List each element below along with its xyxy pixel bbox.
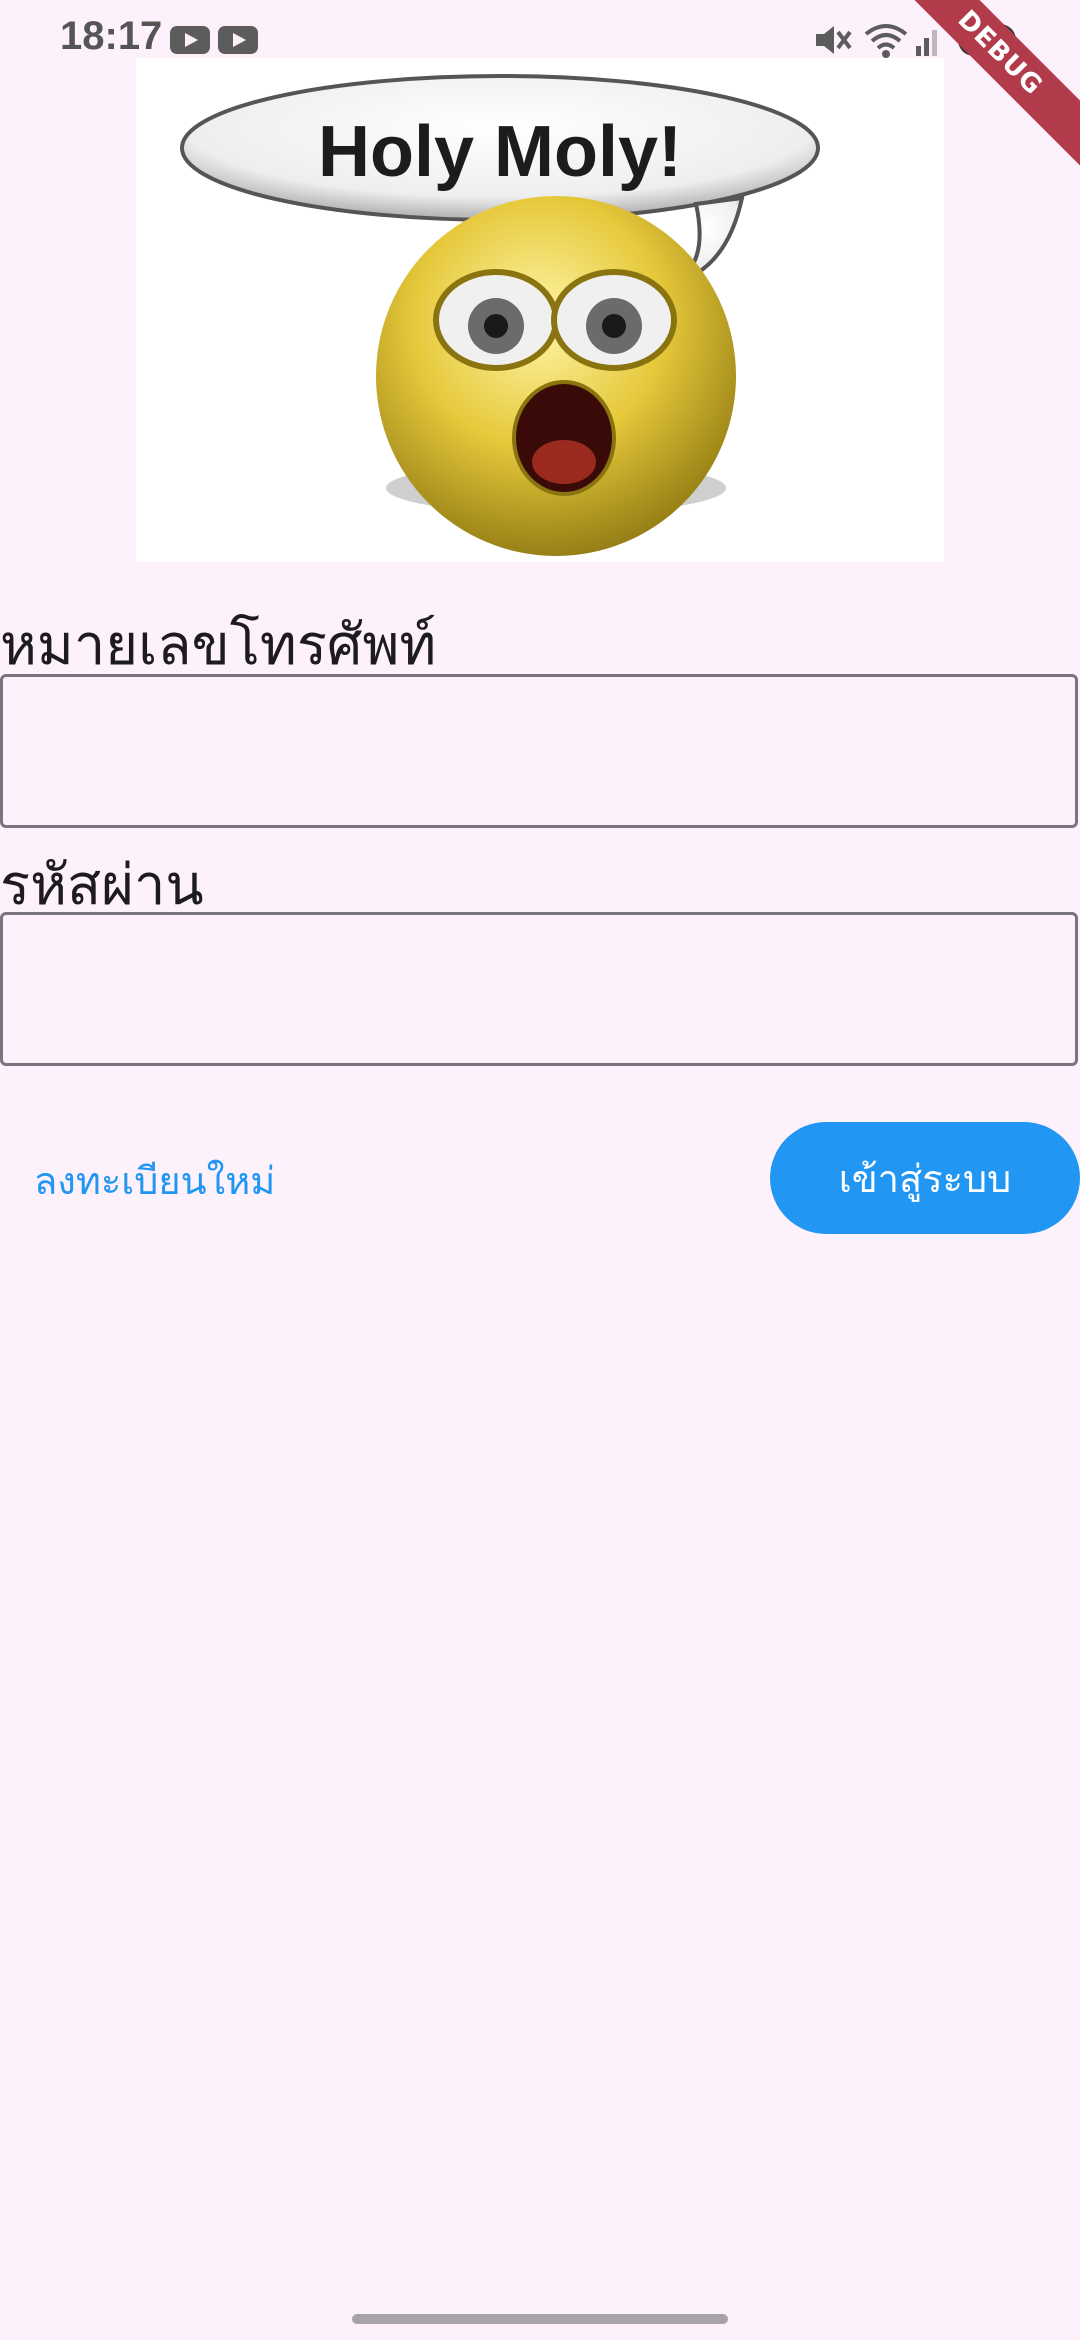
login-button[interactable]: เข้าสู่ระบบ [770, 1122, 1080, 1234]
login-button-label: เข้าสู่ระบบ [838, 1156, 1012, 1201]
youtube-icon [170, 26, 210, 54]
password-input[interactable] [0, 912, 1078, 1066]
youtube-icon [218, 26, 258, 54]
wifi-icon [864, 24, 908, 58]
register-link[interactable]: ลงทะเบียนใหม่ [34, 1150, 275, 1211]
phone-input[interactable] [0, 674, 1078, 828]
status-time: 18:17 [60, 14, 163, 58]
bubble-text: Holy Moly! [318, 112, 682, 192]
surprised-emoji-icon: Holy Moly! [180, 74, 820, 556]
home-indicator[interactable] [352, 2314, 728, 2324]
mute-icon [816, 26, 852, 54]
hero-image: Holy Moly! [136, 58, 944, 562]
